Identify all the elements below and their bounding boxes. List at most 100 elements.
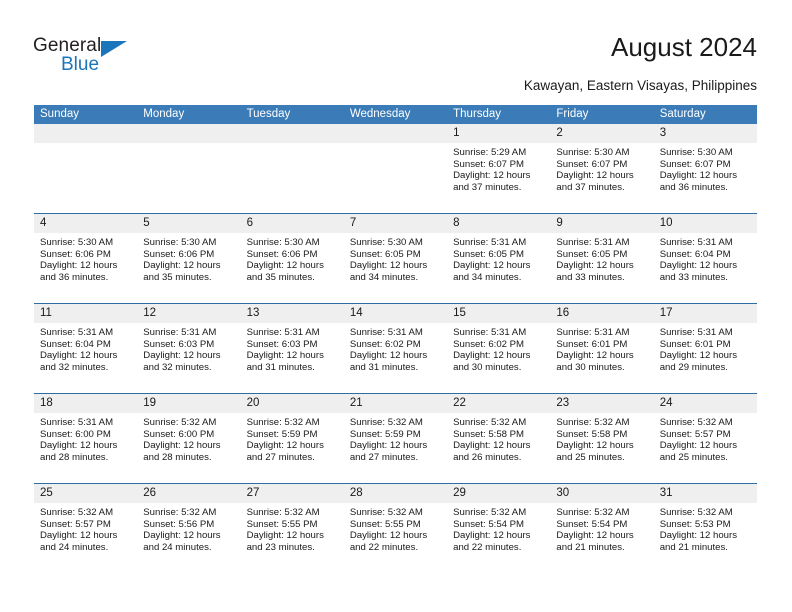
day-sun-info: Sunrise: 5:30 AM Sunset: 6:07 PM Daylight:… <box>654 143 757 193</box>
day-sun-info: Sunrise: 5:30 AM Sunset: 6:06 PM Daylight:… <box>241 233 344 283</box>
daylight-text-line1: Daylight: 12 hours <box>143 440 221 452</box>
calendar-day-cell[interactable]: 2 Sunrise: 5:30 AM Sunset: 6:07 PM Daylight… <box>550 124 654 213</box>
calendar-day-cell[interactable]: 9 Sunrise: 5:31 AM Sunset: 6:05 PM Daylight… <box>550 214 654 303</box>
daylight-text-line1: Daylight: 12 hours <box>246 440 324 452</box>
calendar-day-cell[interactable]: 21 Sunrise: 5:32 AM Sunset: 5:59 PM Dayligh… <box>343 394 448 483</box>
daylight-text-line1: Daylight: 12 hours <box>453 260 531 272</box>
calendar-day-cell[interactable]: 17 Sunrise: 5:31 AM Sunset: 6:01 PM Dayligh… <box>653 304 757 393</box>
daylight-text-line2: and 31 minutes. <box>349 361 419 373</box>
day-number: 30 <box>556 487 570 499</box>
location-subtitle: Kawayan, Eastern Visayas, Philippines <box>523 78 757 93</box>
daylight-text-line1: Daylight: 12 hours <box>659 350 738 362</box>
sunset-text: Sunset: 6:05 PM <box>556 248 628 260</box>
daylight-text-line1: Daylight: 12 hours <box>143 530 221 542</box>
calendar-day-cell[interactable]: 3 Sunrise: 5:30 AM Sunset: 6:07 PM Daylight… <box>653 124 757 213</box>
daylight-text-line2: and 34 minutes. <box>453 271 522 283</box>
sunset-text: Sunset: 6:05 PM <box>349 248 421 260</box>
calendar-grid: Sunday Monday Tuesday Wednesday Thursday Frid… <box>34 105 757 573</box>
sunrise-text: Sunrise: 5:32 AM <box>246 507 320 518</box>
day-number-band: 14 <box>343 304 448 323</box>
day-number-band: 2 <box>550 124 654 143</box>
sunset-text: Sunset: 6:07 PM <box>453 158 525 170</box>
day-number-band: 3 <box>653 124 757 143</box>
sunrise-text: Sunrise: 5:31 AM <box>556 237 630 248</box>
day-sun-info: Sunrise: 5:32 AM Sunset: 5:58 PM Daylight:… <box>550 413 653 463</box>
weekday-header-saturday: Saturday <box>659 108 706 120</box>
calendar-day-cell[interactable]: 29 Sunrise: 5:32 AM Sunset: 5:54 PM Dayligh… <box>447 484 551 573</box>
daylight-text-line1: Daylight: 12 hours <box>349 530 428 542</box>
sunset-text: Sunset: 5:57 PM <box>40 518 111 530</box>
sunset-text: Sunset: 6:04 PM <box>40 338 111 350</box>
calendar-day-cell[interactable]: 7 Sunrise: 5:30 AM Sunset: 6:05 PM Daylight… <box>343 214 448 303</box>
calendar-day-cell[interactable]: 22 Sunrise: 5:32 AM Sunset: 5:58 PM Dayligh… <box>447 394 551 483</box>
day-sun-info: Sunrise: 5:31 AM Sunset: 6:02 PM Daylight:… <box>344 323 447 373</box>
sunset-text: Sunset: 6:00 PM <box>40 428 111 440</box>
day-sun-info: Sunrise: 5:31 AM Sunset: 6:04 PM Daylight:… <box>654 233 757 283</box>
sunset-text: Sunset: 6:05 PM <box>453 248 525 260</box>
logo-triangle-icon <box>101 41 127 57</box>
page-header: General Blue August 2024 Kawayan, Easter… <box>0 0 792 100</box>
day-sun-info <box>34 143 137 147</box>
daylight-text-line1: Daylight: 12 hours <box>349 350 428 362</box>
calendar-day-cell[interactable]: 23 Sunrise: 5:32 AM Sunset: 5:58 PM Dayligh… <box>550 394 654 483</box>
sunset-text: Sunset: 5:56 PM <box>143 518 215 530</box>
day-number-band: 23 <box>550 394 654 413</box>
calendar-day-cell[interactable]: 28 Sunrise: 5:32 AM Sunset: 5:55 PM Dayligh… <box>343 484 448 573</box>
calendar-day-cell[interactable]: 12 Sunrise: 5:31 AM Sunset: 6:03 PM Dayligh… <box>137 304 241 393</box>
sunrise-text: Sunrise: 5:32 AM <box>143 507 217 518</box>
sunrise-text: Sunrise: 5:30 AM <box>349 237 423 248</box>
day-number-band: 10 <box>653 214 757 233</box>
daylight-text-line2: and 30 minutes. <box>453 361 522 373</box>
daylight-text-line1: Daylight: 12 hours <box>349 260 428 272</box>
sunrise-text: Sunrise: 5:31 AM <box>246 327 320 338</box>
calendar-day-cell[interactable]: 18 Sunrise: 5:31 AM Sunset: 6:00 PM Dayligh… <box>34 394 138 483</box>
calendar-day-cell[interactable]: 1 Sunrise: 5:29 AM Sunset: 6:07 PM Daylight… <box>447 124 551 213</box>
calendar-week-row: 25 Sunrise: 5:32 AM Sunset: 5:57 PM Dayligh… <box>34 483 757 573</box>
daylight-text-line1: Daylight: 12 hours <box>556 170 634 182</box>
calendar-day-cell[interactable]: 30 Sunrise: 5:32 AM Sunset: 5:54 PM Dayligh… <box>550 484 654 573</box>
sunset-text: Sunset: 6:02 PM <box>453 338 525 350</box>
daylight-text-line2: and 26 minutes. <box>453 451 522 463</box>
calendar-day-cell[interactable]: 13 Sunrise: 5:31 AM Sunset: 6:03 PM Dayligh… <box>240 304 344 393</box>
day-number: 24 <box>659 397 673 409</box>
weekday-header-monday: Monday <box>143 108 185 120</box>
calendar-day-cell[interactable]: 15 Sunrise: 5:31 AM Sunset: 6:02 PM Dayligh… <box>447 304 551 393</box>
sunrise-text: Sunrise: 5:30 AM <box>659 147 733 158</box>
calendar-day-cell[interactable]: 4 Sunrise: 5:30 AM Sunset: 6:06 PM Daylight… <box>34 214 138 303</box>
daylight-text-line1: Daylight: 12 hours <box>556 350 634 362</box>
daylight-text-line1: Daylight: 12 hours <box>453 170 531 182</box>
day-sun-info <box>241 143 344 147</box>
sunset-text: Sunset: 6:03 PM <box>246 338 318 350</box>
calendar-day-cell[interactable]: 31 Sunrise: 5:32 AM Sunset: 5:53 PM Dayligh… <box>653 484 757 573</box>
sunrise-text: Sunrise: 5:32 AM <box>349 507 423 518</box>
day-number-band: 11 <box>34 304 138 323</box>
calendar-day-cell[interactable]: 27 Sunrise: 5:32 AM Sunset: 5:55 PM Dayligh… <box>240 484 344 573</box>
day-number-band: 1 <box>447 124 551 143</box>
calendar-day-cell[interactable]: 16 Sunrise: 5:31 AM Sunset: 6:01 PM Dayligh… <box>550 304 654 393</box>
calendar-day-cell[interactable]: 14 Sunrise: 5:31 AM Sunset: 6:02 PM Dayligh… <box>343 304 448 393</box>
day-sun-info: Sunrise: 5:32 AM Sunset: 5:53 PM Daylight:… <box>654 503 757 553</box>
calendar-day-cell[interactable]: 25 Sunrise: 5:32 AM Sunset: 5:57 PM Dayligh… <box>34 484 138 573</box>
calendar-week-row: 4 Sunrise: 5:30 AM Sunset: 6:06 PM Daylight… <box>34 213 757 303</box>
day-number: 19 <box>143 397 157 409</box>
calendar-day-cell[interactable]: 11 Sunrise: 5:31 AM Sunset: 6:04 PM Dayligh… <box>34 304 138 393</box>
sunrise-text: Sunrise: 5:29 AM <box>453 147 527 158</box>
sunset-text: Sunset: 6:02 PM <box>349 338 421 350</box>
day-sun-info: Sunrise: 5:32 AM Sunset: 5:59 PM Daylight:… <box>344 413 447 463</box>
day-number: 14 <box>349 307 363 319</box>
calendar-day-cell[interactable]: 6 Sunrise: 5:30 AM Sunset: 6:06 PM Daylight… <box>240 214 344 303</box>
sunrise-text: Sunrise: 5:31 AM <box>143 327 217 338</box>
calendar-day-cell[interactable]: 5 Sunrise: 5:30 AM Sunset: 6:06 PM Daylight… <box>137 214 241 303</box>
daylight-text-line2: and 22 minutes. <box>349 541 419 553</box>
calendar-day-cell[interactable]: 20 Sunrise: 5:32 AM Sunset: 5:59 PM Dayligh… <box>240 394 344 483</box>
calendar-day-cell[interactable]: 8 Sunrise: 5:31 AM Sunset: 6:05 PM Daylight… <box>447 214 551 303</box>
sunrise-text: Sunrise: 5:31 AM <box>40 417 114 428</box>
calendar-day-cell[interactable]: 24 Sunrise: 5:32 AM Sunset: 5:57 PM Dayligh… <box>653 394 757 483</box>
sunrise-text: Sunrise: 5:32 AM <box>659 417 733 428</box>
calendar-day-cell[interactable]: 19 Sunrise: 5:32 AM Sunset: 6:00 PM Dayligh… <box>137 394 241 483</box>
daylight-text-line2: and 28 minutes. <box>143 451 212 463</box>
sunrise-text: Sunrise: 5:32 AM <box>349 417 423 428</box>
day-number: 2 <box>556 127 563 139</box>
calendar-day-cell[interactable]: 26 Sunrise: 5:32 AM Sunset: 5:56 PM Dayligh… <box>137 484 241 573</box>
calendar-day-cell[interactable]: 10 Sunrise: 5:31 AM Sunset: 6:04 PM Dayligh… <box>653 214 757 303</box>
